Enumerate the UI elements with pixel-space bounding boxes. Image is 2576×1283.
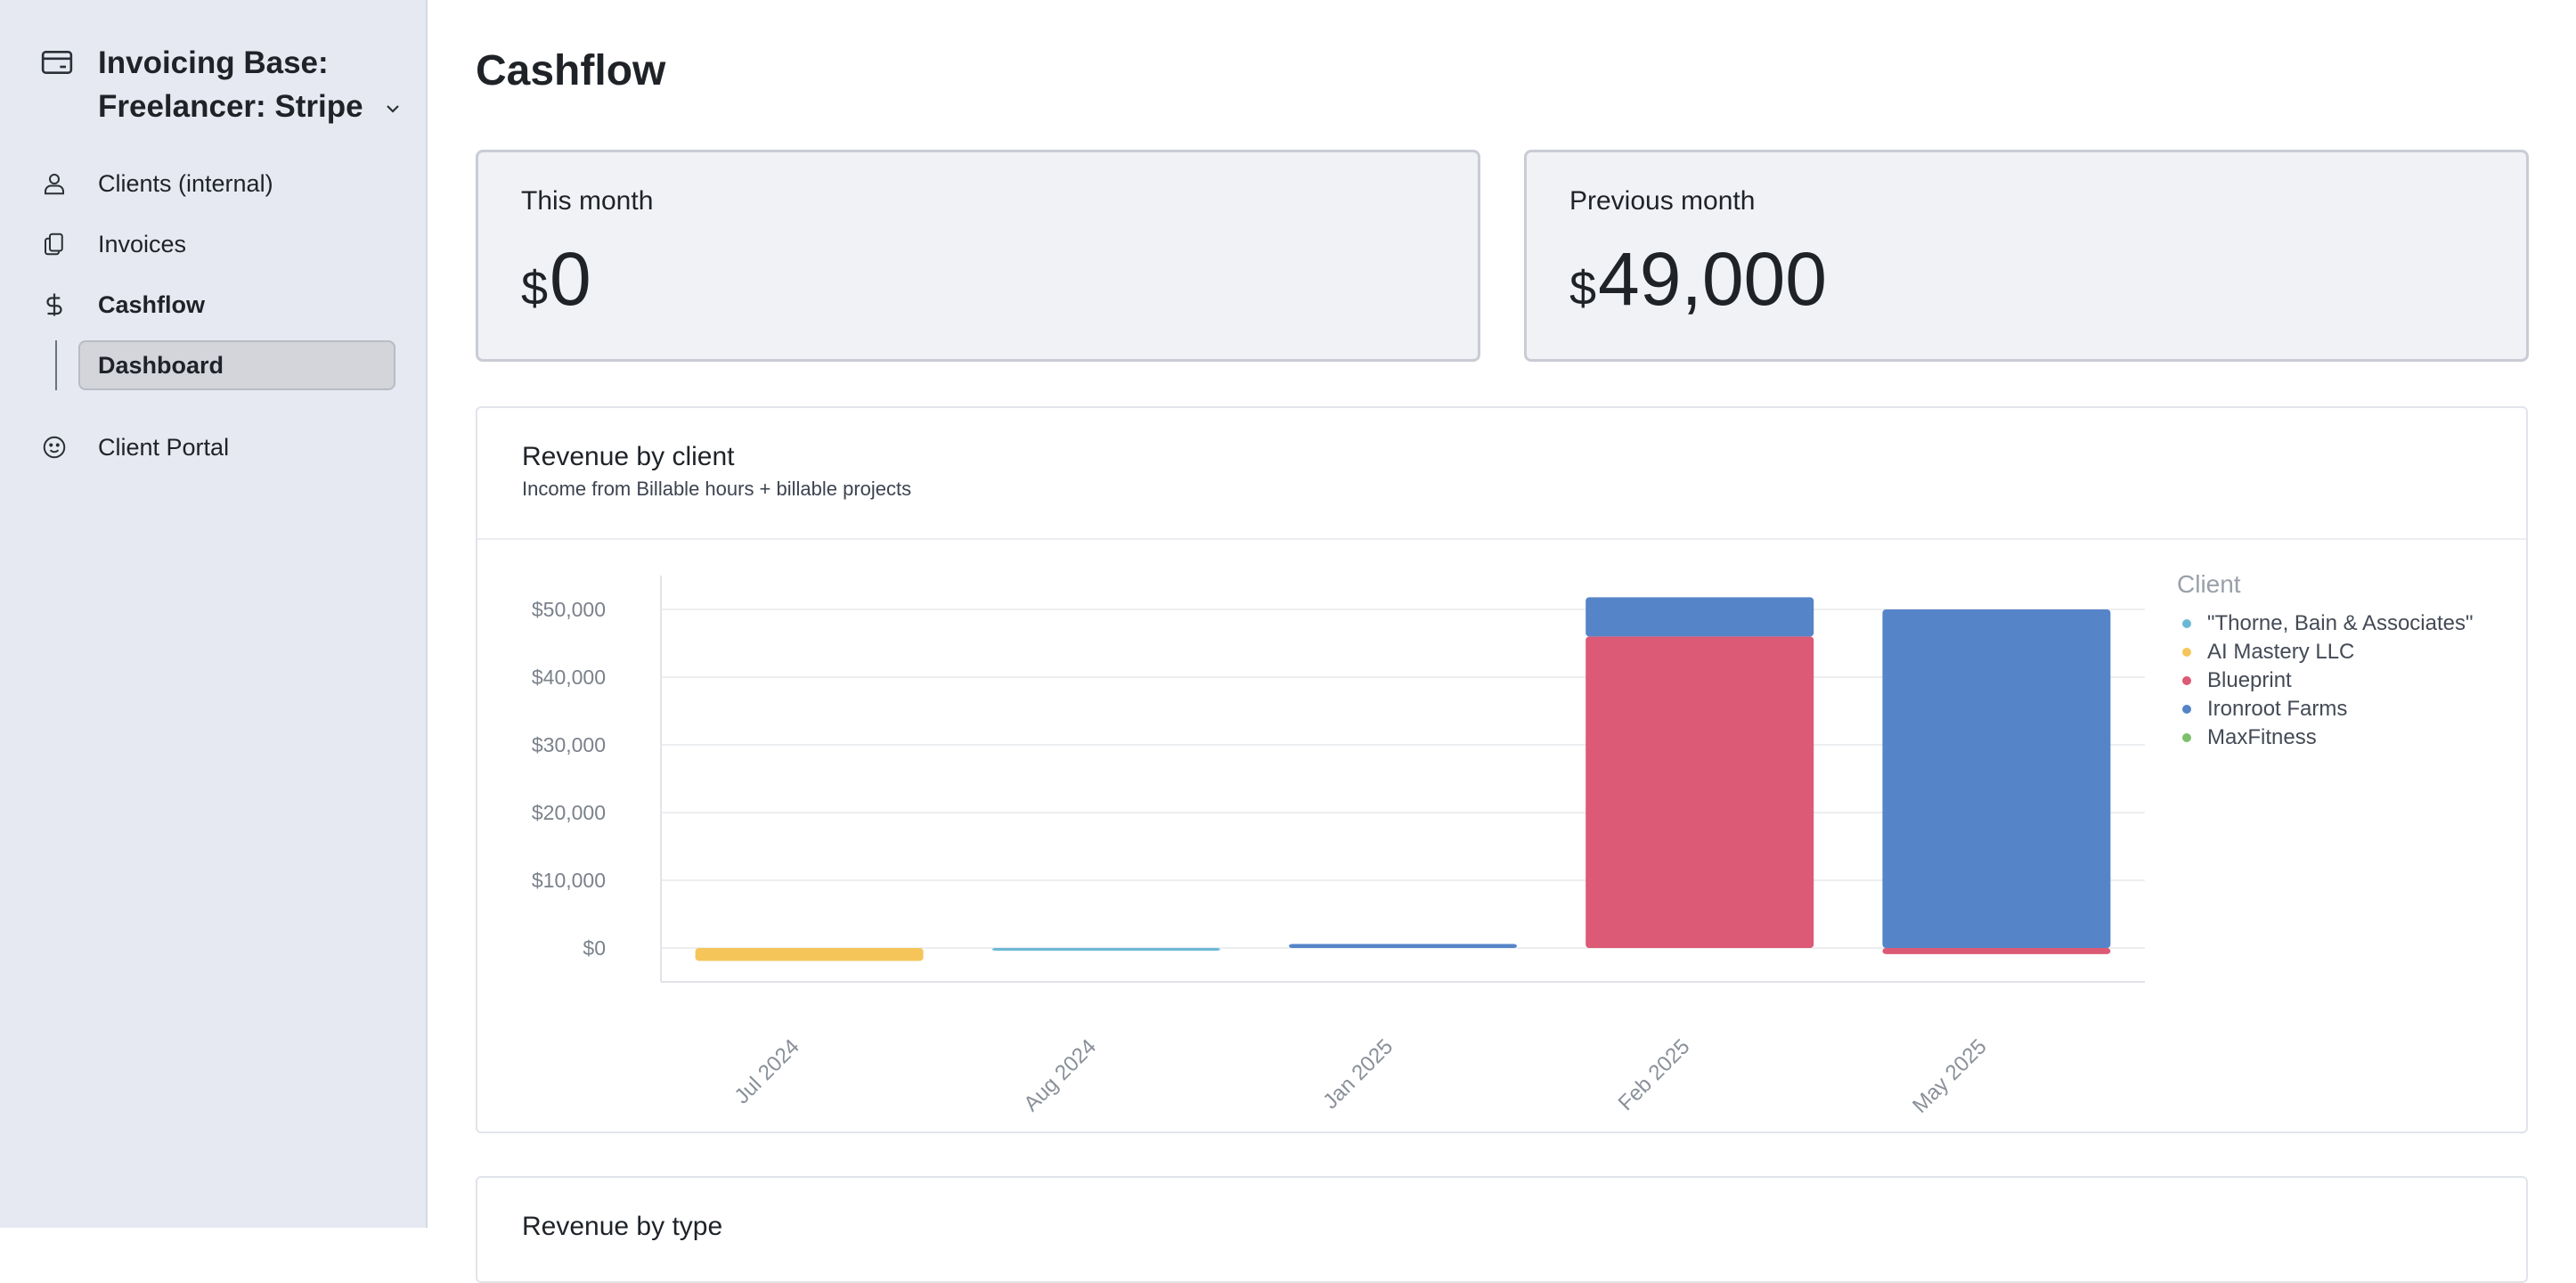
sidebar-item-label: Cashflow — [98, 290, 206, 318]
legend-item[interactable]: Blueprint — [2177, 666, 2474, 695]
workspace-switcher[interactable]: Invoicing Base: Freelancer: Stripe — [39, 41, 404, 128]
legend-dot — [2182, 648, 2191, 657]
revenue-by-client-card: Revenue by client Income from Billable h… — [476, 406, 2528, 1133]
y-tick-label: $0 — [583, 936, 606, 960]
workspace-title-line1: Invoicing Base: — [98, 45, 329, 80]
x-tick-label: Feb 2025 — [1614, 1034, 1695, 1115]
legend-label: Ironroot Farms — [2207, 697, 2348, 721]
sidebar-item-label: Client Portal — [98, 433, 230, 461]
sidebar-subitem-label: Dashboard — [98, 351, 224, 379]
legend-label: AI Mastery LLC — [2207, 640, 2355, 664]
legend-dot — [2182, 733, 2191, 742]
y-tick-label: $10,000 — [532, 869, 606, 892]
stat-value: $0 — [521, 234, 591, 333]
sidebar-item-clients[interactable]: Clients (internal) — [39, 162, 273, 205]
legend-item[interactable]: "Thorne, Bain & Associates" — [2177, 609, 2474, 638]
legend-label: Blueprint — [2207, 668, 2292, 692]
legend-item[interactable]: MaxFitness — [2177, 723, 2474, 752]
y-tick-label: $40,000 — [532, 666, 606, 689]
stat-label: Previous month — [1569, 186, 1756, 216]
revenue-chart[interactable]: $0 $10,000 $20,000 $30,000 $40,000 $50,000 Jul… — [477, 408, 2526, 1132]
stat-value: $49,000 — [1569, 234, 1827, 333]
legend-item[interactable]: AI Mastery LLC — [2177, 638, 2474, 666]
x-tick-label: Jul 2024 — [730, 1034, 804, 1108]
card-title: Revenue by type — [522, 1212, 723, 1241]
bar-segment — [1586, 636, 1814, 948]
documents-icon — [39, 229, 69, 259]
chart-legend: Client "Thorne, Bain & Associates" AI Mas… — [2177, 570, 2474, 752]
bar-segment — [1289, 944, 1517, 948]
page-title: Cashflow — [476, 47, 666, 94]
y-tick-label: $20,000 — [532, 801, 606, 824]
legend-item[interactable]: Ironroot Farms — [2177, 695, 2474, 723]
legend-title: Client — [2177, 570, 2241, 598]
dollar-icon — [39, 290, 69, 320]
x-tick-label: Aug 2024 — [1019, 1034, 1101, 1116]
sidebar-item-invoices[interactable]: Invoices — [39, 223, 186, 266]
stat-amount: 0 — [550, 237, 591, 321]
sidebar-item-label: Invoices — [98, 230, 187, 257]
legend-label: MaxFitness — [2207, 725, 2317, 749]
stat-card-previous-month: Previous month $49,000 — [1524, 150, 2529, 362]
legend-dot — [2182, 619, 2191, 628]
sidebar-item-label: Clients (internal) — [98, 169, 273, 197]
y-tick-label: $50,000 — [532, 598, 606, 621]
workspace-title-line2: Freelancer: Stripe — [98, 89, 363, 124]
legend-label: "Thorne, Bain & Associates" — [2207, 611, 2474, 635]
x-tick-label: Jan 2025 — [1318, 1034, 1398, 1114]
bar-segment — [1882, 609, 2111, 948]
sidebar-subitem-dashboard[interactable]: Dashboard — [78, 340, 395, 390]
bar-segment — [695, 948, 924, 961]
workspace-title: Invoicing Base: Freelancer: Stripe — [98, 41, 404, 128]
legend-dot — [2182, 705, 2191, 714]
revenue-by-type-card: Revenue by type — [476, 1176, 2528, 1283]
bar-segment — [991, 948, 1220, 951]
stat-card-this-month: This month $0 — [476, 150, 1480, 362]
currency-symbol: $ — [1569, 262, 1597, 315]
smiley-icon — [39, 432, 69, 462]
chevron-down-icon — [387, 104, 400, 113]
x-tick-label: May 2025 — [1908, 1034, 1992, 1118]
currency-symbol: $ — [521, 262, 549, 315]
sidebar-item-cashflow[interactable]: Cashflow — [39, 283, 205, 326]
subnav-line — [55, 340, 57, 390]
legend-dot — [2182, 676, 2191, 685]
bar-segment — [1586, 597, 1814, 637]
stat-amount: 49,000 — [1598, 237, 1827, 321]
sidebar-item-client-portal[interactable]: Client Portal — [39, 426, 229, 469]
sidebar: Invoicing Base: Freelancer: Stripe Clien… — [0, 0, 428, 1228]
bar-segment — [1882, 948, 2111, 954]
stat-label: This month — [521, 186, 654, 216]
card-icon — [41, 51, 73, 74]
y-tick-label: $30,000 — [532, 733, 606, 756]
person-icon — [39, 168, 69, 199]
